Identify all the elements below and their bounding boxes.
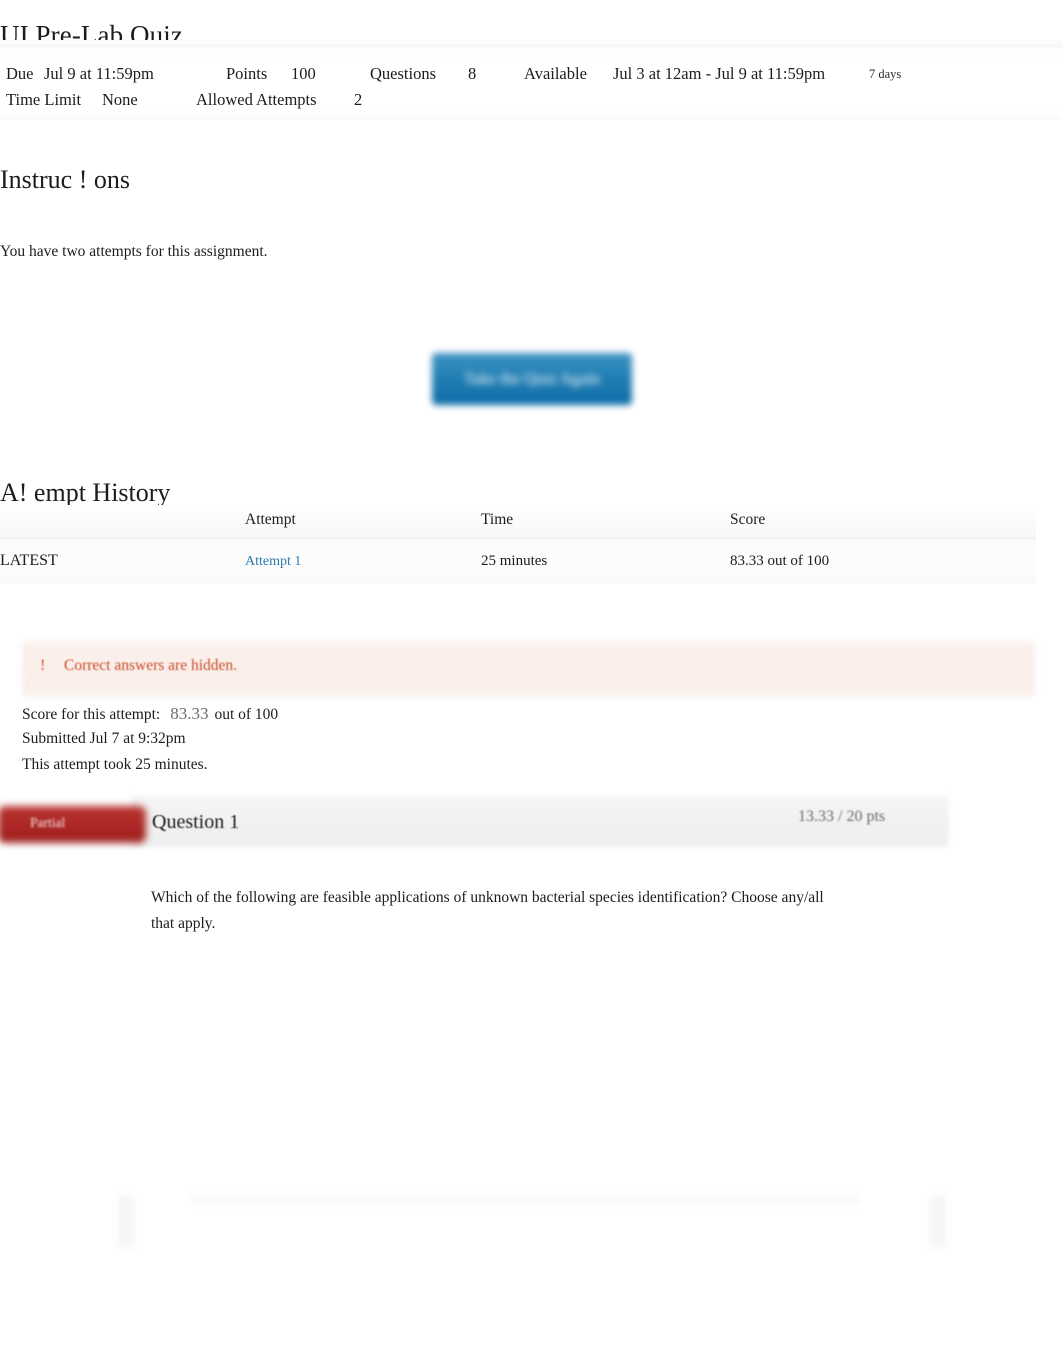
attempt-submitted-line: Submitted Jul 7 at 9:32pm bbox=[22, 730, 186, 747]
answers-region-placeholder bbox=[190, 1195, 860, 1205]
allowed-attempts-label: Allowed Attempts bbox=[196, 90, 317, 109]
instructions-heading: Instruc ! ons bbox=[0, 164, 130, 194]
points-label: Points bbox=[226, 64, 268, 83]
due-value: Jul 9 at 11:59pm bbox=[44, 64, 154, 83]
take-quiz-again-wrapper: Take the Quiz Again bbox=[432, 353, 632, 405]
questions-value: 8 bbox=[468, 64, 477, 83]
column-header-kind bbox=[0, 505, 245, 539]
partial-badge-fill bbox=[0, 806, 146, 843]
attempt-duration-line: This attempt took 25 minutes. bbox=[22, 756, 208, 773]
column-header-time: Time bbox=[481, 505, 730, 539]
score-label: Score for this attempt: bbox=[22, 706, 161, 723]
score-value: 83.33 bbox=[170, 704, 209, 723]
attempt-score-summary: Score for this attempt: 83.33 out of 100 bbox=[22, 704, 278, 724]
time-limit-label: Time Limit bbox=[6, 90, 82, 109]
question-title: Question 1 bbox=[152, 811, 240, 833]
attempt-latest-tag: LATEST bbox=[0, 538, 245, 584]
question-status-badge-shape bbox=[0, 806, 146, 843]
hidden-answers-message: Correct answers are hidden. bbox=[64, 657, 238, 674]
attempt-history-header: Attempt Time Score bbox=[0, 505, 1036, 539]
available-label: Available bbox=[524, 64, 587, 83]
hidden-answers-alert: ! Correct answers are hidden. bbox=[40, 657, 640, 683]
answer-rail-right bbox=[930, 1196, 946, 1248]
due-label: Due bbox=[6, 64, 34, 83]
time-limit-value: None bbox=[102, 90, 138, 109]
column-header-attempt: Attempt bbox=[245, 505, 481, 539]
score-suffix: out of 100 bbox=[214, 706, 279, 723]
available-value: Jul 3 at 12am - Jul 9 at 11:59pm bbox=[613, 64, 826, 83]
attempt-link-cell: Attempt 1 bbox=[245, 538, 481, 584]
questions-label: Questions bbox=[370, 64, 436, 83]
table-row: LATEST Attempt 1 25 minutes 83.33 out of… bbox=[0, 538, 1036, 584]
question-points: 13.33 / 20 pts bbox=[798, 808, 886, 825]
attempt-score-cell: 83.33 out of 100 bbox=[730, 538, 1036, 584]
latest-badge: LATEST bbox=[0, 552, 58, 569]
question-text: Which of the following are feasible appl… bbox=[151, 889, 824, 932]
answer-rail-left bbox=[118, 1196, 134, 1248]
points-value: 100 bbox=[291, 64, 316, 83]
attempt-history-table: Attempt Time Score LATEST Attempt 1 25 m… bbox=[0, 505, 1036, 584]
status-badge: Partial bbox=[30, 815, 66, 830]
instructions-body: You have two attempts for this assignmen… bbox=[0, 243, 268, 260]
take-quiz-again-button[interactable]: Take the Quiz Again bbox=[432, 353, 632, 405]
quiz-meta-band: Due Jul 9 at 11:59pm Points 100 Question… bbox=[0, 40, 1062, 120]
column-header-score: Score bbox=[730, 505, 1036, 539]
attempt-time-cell: 25 minutes bbox=[481, 538, 730, 584]
allowed-attempts-value: 2 bbox=[354, 90, 363, 109]
table-header-row: Attempt Time Score bbox=[0, 505, 1036, 539]
warning-icon: ! bbox=[40, 657, 46, 674]
attempt-1-link[interactable]: Attempt 1 bbox=[245, 554, 301, 569]
available-duration: 7 days bbox=[869, 67, 902, 81]
attempt-history-heading: A! empt History bbox=[0, 477, 171, 507]
attempt-history-body: LATEST Attempt 1 25 minutes 83.33 out of… bbox=[0, 538, 1036, 584]
